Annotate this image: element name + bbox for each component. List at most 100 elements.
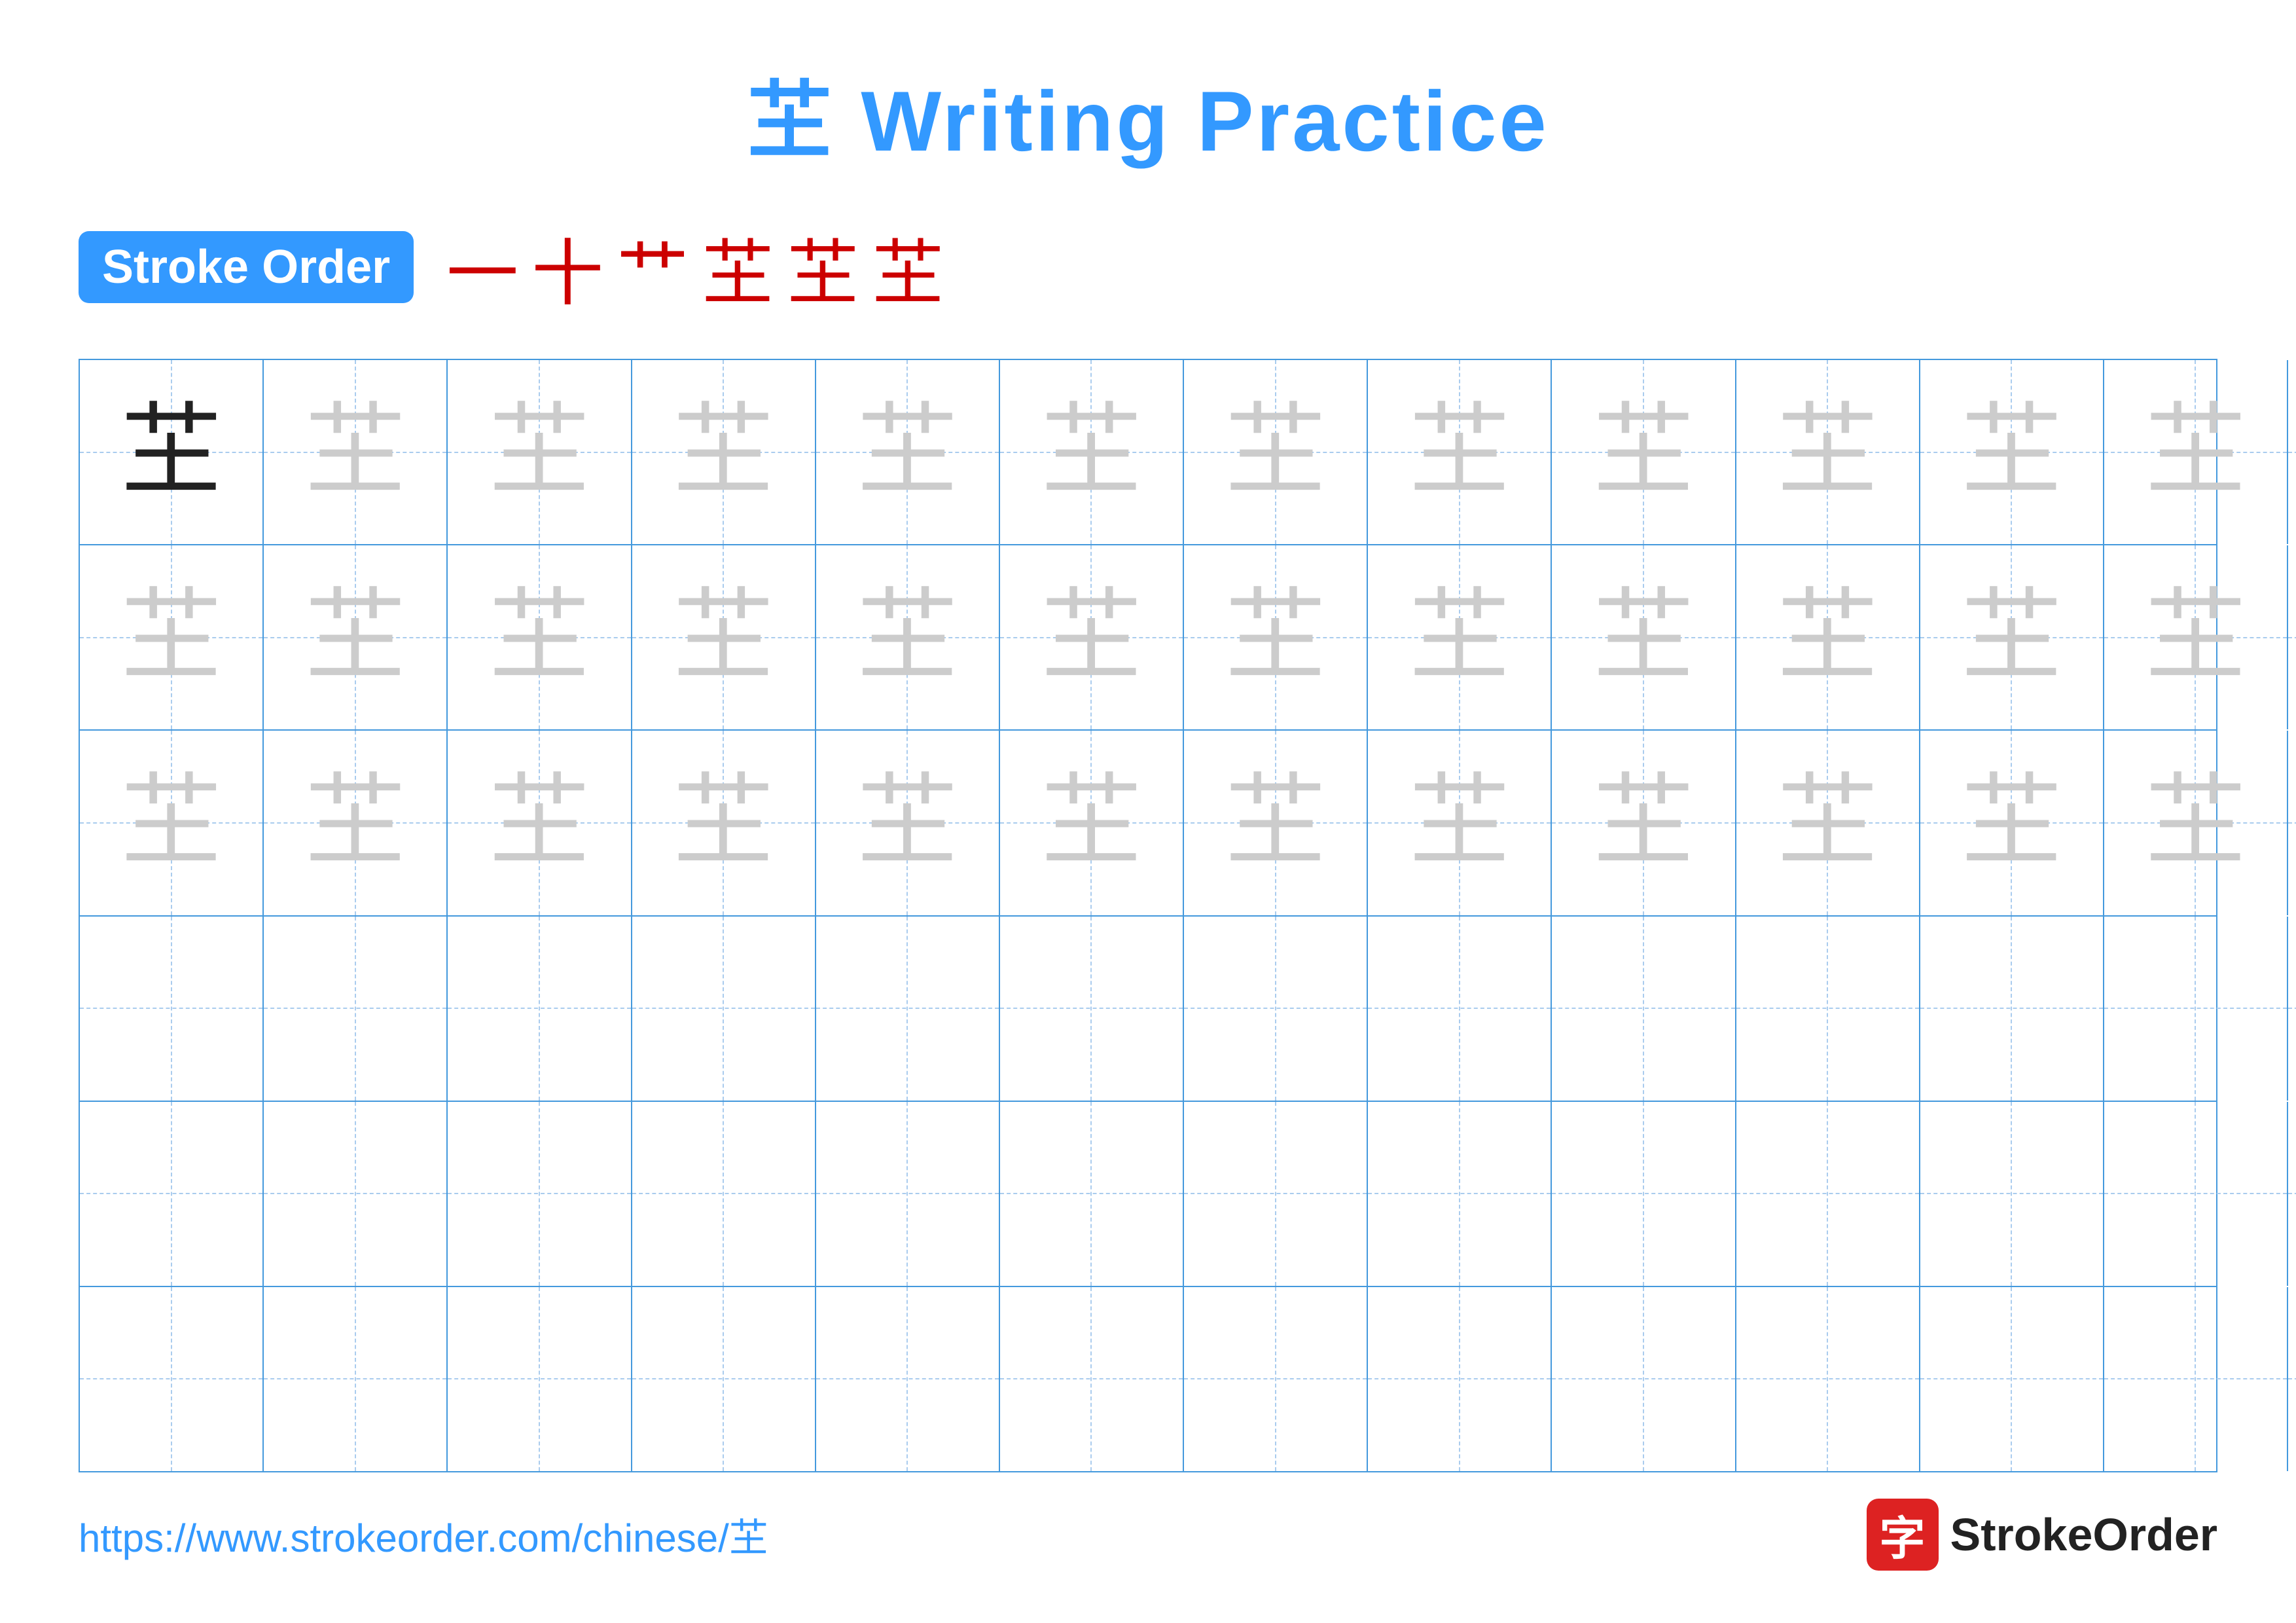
grid-cell[interactable]: 芏: [2288, 731, 2296, 915]
grid-cell[interactable]: 芏: [80, 360, 264, 544]
grid-cell[interactable]: [80, 917, 264, 1101]
cell-char: 芏: [2145, 772, 2246, 873]
grid-cell[interactable]: [80, 1287, 264, 1471]
grid-cell[interactable]: [2288, 1287, 2296, 1471]
grid-cell[interactable]: [264, 917, 448, 1101]
grid-cell[interactable]: 芏: [1000, 731, 1184, 915]
title-char: 芏: [747, 73, 834, 169]
grid-cell[interactable]: 芏: [816, 360, 1000, 544]
grid-cell[interactable]: [1552, 917, 1736, 1101]
grid-cell[interactable]: 芏: [1736, 731, 1920, 915]
grid-row: 芏芏芏芏芏芏芏芏芏芏芏芏芏: [80, 360, 2216, 545]
grid-cell[interactable]: 芏: [632, 731, 816, 915]
grid-cell[interactable]: [2288, 1102, 2296, 1286]
grid-cell[interactable]: 芏: [1552, 731, 1736, 915]
grid-cell[interactable]: 芏: [1184, 731, 1368, 915]
grid-cell[interactable]: [2104, 1287, 2288, 1471]
grid-cell[interactable]: 芏: [448, 360, 632, 544]
grid-cell[interactable]: [1184, 917, 1368, 1101]
grid-cell[interactable]: 芏: [2104, 545, 2288, 729]
cell-char: 芏: [2145, 401, 2246, 503]
grid-cell[interactable]: [1368, 917, 1552, 1101]
cell-char: 芏: [120, 772, 222, 873]
grid-cell[interactable]: [448, 1102, 632, 1286]
grid-cell[interactable]: 芏: [1736, 545, 1920, 729]
grid-cell[interactable]: [1736, 917, 1920, 1101]
grid-cell[interactable]: 芏: [1368, 731, 1552, 915]
grid-cell[interactable]: [1368, 1102, 1552, 1286]
grid-cell[interactable]: 芏: [632, 545, 816, 729]
grid-cell[interactable]: [1920, 1102, 2104, 1286]
logo-icon: 字: [1867, 1499, 1939, 1571]
stroke-6: 芏: [872, 215, 944, 319]
grid-cell[interactable]: 芏: [1184, 360, 1368, 544]
cell-char: 芏: [488, 772, 590, 873]
grid-cell[interactable]: 芏: [264, 545, 448, 729]
grid-cell[interactable]: [1736, 1102, 1920, 1286]
grid-cell[interactable]: [816, 917, 1000, 1101]
grid-cell[interactable]: [632, 1287, 816, 1471]
grid-cell[interactable]: 芏: [448, 545, 632, 729]
grid-cell[interactable]: [816, 1102, 1000, 1286]
grid-cell[interactable]: 芏: [2104, 360, 2288, 544]
title-text: Writing Practice: [861, 73, 1549, 169]
grid-cell[interactable]: 芏: [816, 731, 1000, 915]
grid-cell[interactable]: [816, 1287, 1000, 1471]
grid-row: [80, 1102, 2216, 1287]
grid-cell[interactable]: 芏: [2288, 360, 2296, 544]
cell-char: 芏: [673, 587, 774, 688]
grid-cell[interactable]: [1184, 1287, 1368, 1471]
grid-cell[interactable]: 芏: [1920, 731, 2104, 915]
grid-cell[interactable]: 芏: [1000, 360, 1184, 544]
cell-char: 芏: [1961, 772, 2062, 873]
grid-cell[interactable]: 芏: [80, 545, 264, 729]
cell-char: 芏: [1225, 401, 1326, 503]
grid-cell[interactable]: 芏: [1920, 360, 2104, 544]
grid-cell[interactable]: [2104, 1102, 2288, 1286]
footer: https://www.strokeorder.com/chinese/芏 字 …: [79, 1499, 2217, 1571]
grid-cell[interactable]: 芏: [1368, 545, 1552, 729]
grid-cell[interactable]: 芏: [1000, 545, 1184, 729]
grid-cell[interactable]: [264, 1287, 448, 1471]
cell-char: 芏: [1408, 401, 1510, 503]
grid-cell[interactable]: 芏: [2288, 545, 2296, 729]
grid-cell[interactable]: [264, 1102, 448, 1286]
page-title: 芏 Writing Practice: [747, 52, 1549, 175]
grid-cell[interactable]: 芏: [2104, 731, 2288, 915]
grid-cell[interactable]: 芏: [1552, 545, 1736, 729]
grid-cell[interactable]: 芏: [264, 360, 448, 544]
grid-cell[interactable]: 芏: [448, 731, 632, 915]
grid-cell[interactable]: [1552, 1102, 1736, 1286]
grid-cell[interactable]: [1552, 1287, 1736, 1471]
grid-cell[interactable]: [1000, 1287, 1184, 1471]
cell-char: 芏: [488, 401, 590, 503]
grid-cell[interactable]: 芏: [1368, 360, 1552, 544]
grid-cell[interactable]: [1000, 917, 1184, 1101]
grid-cell[interactable]: [448, 917, 632, 1101]
grid-cell[interactable]: [80, 1102, 264, 1286]
grid-cell[interactable]: [632, 1102, 816, 1286]
grid-cell[interactable]: 芏: [1552, 360, 1736, 544]
cell-char: 芏: [120, 587, 222, 688]
grid-cell[interactable]: [1920, 917, 2104, 1101]
grid-cell[interactable]: 芏: [80, 731, 264, 915]
grid-cell[interactable]: [1920, 1287, 2104, 1471]
grid-cell[interactable]: [448, 1287, 632, 1471]
grid-cell[interactable]: [1736, 1287, 1920, 1471]
grid-cell[interactable]: [1368, 1287, 1552, 1471]
grid-cell[interactable]: [2288, 917, 2296, 1101]
cell-char: 芏: [304, 587, 406, 688]
grid-cell[interactable]: [1000, 1102, 1184, 1286]
grid-cell[interactable]: 芏: [816, 545, 1000, 729]
cell-char: 芏: [1041, 772, 1142, 873]
footer-url[interactable]: https://www.strokeorder.com/chinese/芏: [79, 1506, 768, 1563]
grid-cell[interactable]: 芏: [1736, 360, 1920, 544]
grid-cell[interactable]: 芏: [632, 360, 816, 544]
grid-cell[interactable]: 芏: [1184, 545, 1368, 729]
grid-cell[interactable]: 芏: [1920, 545, 2104, 729]
grid-cell[interactable]: [632, 917, 816, 1101]
grid-cell[interactable]: [2104, 917, 2288, 1101]
cell-char: 芏: [1777, 401, 1878, 503]
grid-cell[interactable]: 芏: [264, 731, 448, 915]
grid-cell[interactable]: [1184, 1102, 1368, 1286]
